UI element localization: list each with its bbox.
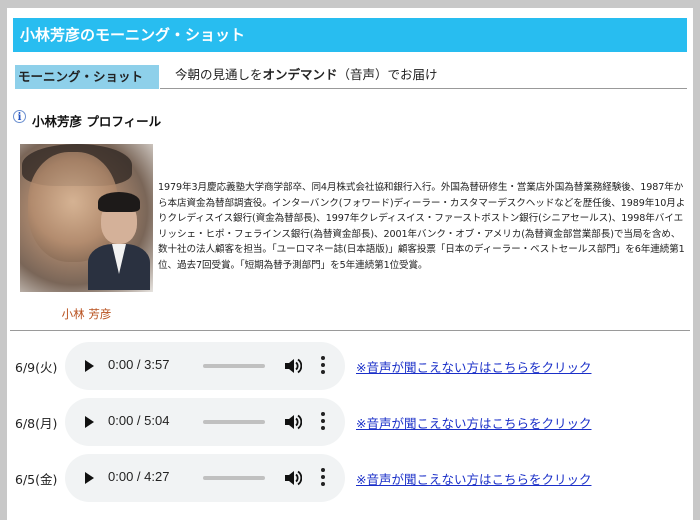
- audio-progress-track[interactable]: [203, 364, 265, 368]
- section-desc-prefix: 今朝の見通しを: [175, 67, 263, 82]
- volume-icon[interactable]: [284, 468, 302, 488]
- more-options-icon[interactable]: [321, 356, 325, 376]
- audio-fallback-link[interactable]: ※音声が聞こえない方はこちらをクリック: [356, 357, 591, 376]
- divider: [10, 330, 690, 331]
- audio-progress-track[interactable]: [203, 476, 265, 480]
- info-icon: i: [13, 110, 26, 123]
- audio-fallback-link[interactable]: ※音声が聞こえない方はこちらをクリック: [356, 413, 591, 432]
- photo-inset: [88, 192, 150, 290]
- section-header: モーニング・ショット 今朝の見通しをオンデマンド（音声）でお届け: [15, 65, 687, 89]
- audio-player[interactable]: 0:00 / 4:27: [65, 454, 345, 502]
- audio-date: 6/5(金): [15, 472, 58, 487]
- play-icon[interactable]: [85, 416, 94, 428]
- volume-icon[interactable]: [284, 412, 302, 432]
- section-desc-suffix: （音声）でお届け: [337, 67, 438, 82]
- audio-player[interactable]: 0:00 / 3:57: [65, 342, 345, 390]
- audio-date: 6/8(月): [15, 416, 58, 431]
- profile-bio: 1979年3月慶応義塾大学商学部卒、同4月株式会社協和銀行入行。外国為替研修生・…: [158, 182, 686, 271]
- page: 小林芳彦のモーニング・ショット モーニング・ショット 今朝の見通しをオンデマンド…: [7, 8, 693, 520]
- section-desc-bold: オンデマンド: [262, 67, 338, 82]
- audio-time: 0:00 / 4:27: [108, 469, 170, 484]
- audio-time: 0:00 / 5:04: [108, 413, 170, 428]
- section-divider: [160, 88, 687, 89]
- photo-caption: 小林 芳彦: [61, 307, 112, 321]
- audio-date: 6/9(火): [15, 360, 58, 375]
- audio-row: 6/5(金) 0:00 / 4:27 ※音声が聞こえない方はこちらをクリック: [15, 454, 685, 502]
- photo-inset-hair: [98, 192, 140, 212]
- volume-icon[interactable]: [284, 356, 302, 376]
- profile-photo: [20, 144, 153, 292]
- more-options-icon[interactable]: [321, 468, 325, 488]
- section-description: 今朝の見通しをオンデマンド（音声）でお届け: [175, 65, 438, 89]
- more-options-icon[interactable]: [321, 412, 325, 432]
- audio-fallback-link[interactable]: ※音声が聞こえない方はこちらをクリック: [356, 469, 591, 488]
- page-title: 小林芳彦のモーニング・ショット: [13, 18, 687, 52]
- audio-row: 6/9(火) 0:00 / 3:57 ※音声が聞こえない方はこちらをクリック: [15, 342, 685, 390]
- play-icon[interactable]: [85, 360, 94, 372]
- audio-row: 6/8(月) 0:00 / 5:04 ※音声が聞こえない方はこちらをクリック: [15, 398, 685, 446]
- profile-heading: 小林芳彦 プロフィール: [32, 114, 162, 129]
- audio-time: 0:00 / 3:57: [108, 357, 170, 372]
- section-label: モーニング・ショット: [15, 65, 159, 89]
- play-icon[interactable]: [85, 472, 94, 484]
- audio-progress-track[interactable]: [203, 420, 265, 424]
- audio-player[interactable]: 0:00 / 5:04: [65, 398, 345, 446]
